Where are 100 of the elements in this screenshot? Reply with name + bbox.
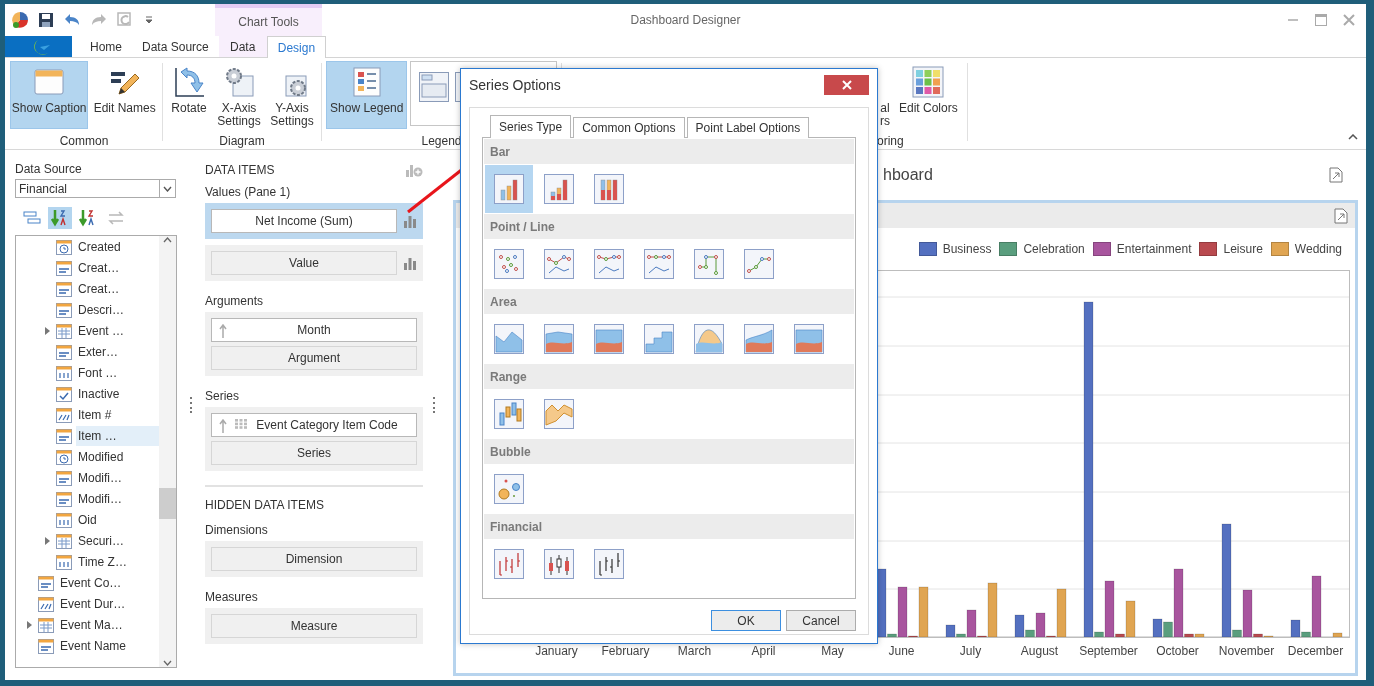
scatter-chart-icon[interactable] xyxy=(494,249,524,279)
tree-item[interactable]: Item # xyxy=(76,404,159,425)
bar-chart-icon[interactable] xyxy=(544,174,574,204)
area-chart-icon[interactable] xyxy=(794,324,824,354)
area-chart-icon[interactable] xyxy=(494,324,524,354)
add-chart-icon[interactable] xyxy=(405,162,423,178)
ribbon-tab[interactable]: Design xyxy=(266,36,327,58)
drop-placeholder[interactable]: Argument xyxy=(211,346,417,370)
tree-item[interactable]: Event … xyxy=(76,320,159,341)
tree-item[interactable]: Event Name xyxy=(58,635,159,656)
field-label: Data Source xyxy=(15,162,83,176)
close-icon[interactable] xyxy=(1342,13,1356,27)
candlestick-icon[interactable] xyxy=(594,549,624,579)
tree-item[interactable]: Font … xyxy=(76,362,159,383)
area-chart-icon[interactable] xyxy=(594,324,624,354)
drop-placeholder[interactable]: Dimension xyxy=(211,547,417,571)
tree-item[interactable]: Securi… xyxy=(76,530,159,551)
maximize-icon[interactable] xyxy=(1314,13,1328,27)
line-chart-icon[interactable] xyxy=(544,249,574,279)
section-label: Arguments xyxy=(205,294,265,308)
export-icon[interactable] xyxy=(1328,167,1344,183)
line-chart-icon[interactable] xyxy=(744,249,774,279)
tree-item[interactable]: Inactive xyxy=(76,383,159,404)
line-chart-icon[interactable] xyxy=(694,249,724,279)
area-chart-icon[interactable] xyxy=(644,324,674,354)
section-label: Series xyxy=(205,389,240,403)
dialog-tab[interactable]: Series Type xyxy=(490,115,572,138)
candlestick-icon[interactable] xyxy=(494,549,524,579)
bar-chart-icon[interactable] xyxy=(594,174,624,204)
panel-title: HIDDEN DATA ITEMS xyxy=(205,498,325,512)
scroll-up-icon[interactable] xyxy=(163,236,172,245)
data-item-field[interactable]: Event Category Item Code xyxy=(211,413,417,437)
dialog-tab[interactable]: Point Label Options xyxy=(686,117,810,138)
ribbon-tab[interactable]: Data Source xyxy=(132,36,219,57)
tree-item[interactable]: Event Ma… xyxy=(58,614,159,635)
dialog-button[interactable]: OK xyxy=(711,610,781,631)
range-chart-icon[interactable] xyxy=(544,399,574,429)
line-chart-icon[interactable] xyxy=(644,249,674,279)
splitter-handle[interactable] xyxy=(432,397,436,413)
ribbon-button[interactable]: al rs xyxy=(877,61,891,129)
collapse-ribbon-icon[interactable] xyxy=(1348,134,1358,140)
axis-label: December xyxy=(1286,644,1345,658)
section-header: Bubble xyxy=(484,439,854,464)
tree-item[interactable]: Item … xyxy=(76,425,159,446)
tree-item[interactable]: Modified xyxy=(76,446,159,467)
data-item-field[interactable]: Month xyxy=(211,318,417,342)
tree-item[interactable]: Time Z… xyxy=(76,551,159,572)
scrollbar-thumb[interactable] xyxy=(159,488,176,519)
bar-chart-icon[interactable] xyxy=(494,174,524,204)
legend-label: Wedding xyxy=(1294,242,1342,256)
save-icon[interactable] xyxy=(38,12,54,28)
expand-arrow-icon[interactable] xyxy=(26,620,32,629)
ribbon-tab[interactable]: Home xyxy=(80,36,132,57)
tree-item[interactable]: Created xyxy=(76,236,159,257)
ribbon-button[interactable]: X-Axis Settings xyxy=(214,61,264,129)
tree-item[interactable]: Creat… xyxy=(76,257,159,278)
close-button[interactable] xyxy=(824,75,869,95)
legend-layout-icon[interactable] xyxy=(419,72,450,102)
data-item-field[interactable]: Net Income (Sum) xyxy=(211,209,397,233)
bar-chart-icon[interactable] xyxy=(403,256,417,270)
app-icon[interactable] xyxy=(11,11,29,29)
scroll-down-icon[interactable] xyxy=(163,658,172,667)
ribbon-button[interactable]: Edit Names xyxy=(91,61,158,129)
tree-item[interactable]: Oid xyxy=(76,509,159,530)
ribbon-button[interactable]: Rotate xyxy=(167,61,211,129)
area-chart-icon[interactable] xyxy=(694,324,724,354)
ribbon-button[interactable]: Show Legend xyxy=(326,61,408,129)
dialog-button[interactable]: Cancel xyxy=(786,610,856,631)
expand-arrow-icon[interactable] xyxy=(44,326,50,335)
ribbon-tab[interactable]: Data xyxy=(218,36,267,57)
bubble-chart-icon[interactable] xyxy=(494,474,524,504)
axis-label: March xyxy=(676,644,713,658)
ribbon-button[interactable]: Edit Colors xyxy=(894,61,963,129)
bar-chart-icon[interactable] xyxy=(403,214,417,228)
axis-label: September xyxy=(1078,644,1139,658)
area-chart-icon[interactable] xyxy=(744,324,774,354)
drop-placeholder[interactable]: Measure xyxy=(211,614,417,638)
candlestick-icon[interactable] xyxy=(544,549,574,579)
dashboard-title: hboard xyxy=(883,166,933,184)
tree-item[interactable]: Event Dur… xyxy=(58,593,159,614)
expand-arrow-icon[interactable] xyxy=(44,536,50,545)
tree-item[interactable]: Descri… xyxy=(76,299,159,320)
line-chart-icon[interactable] xyxy=(594,249,624,279)
tree-item[interactable]: Exter… xyxy=(76,341,159,362)
ribbon-button[interactable]: Show Caption xyxy=(10,61,89,129)
dialog-tab[interactable]: Common Options xyxy=(573,117,685,138)
export-icon[interactable] xyxy=(1333,207,1349,224)
number-field-icon xyxy=(56,553,72,570)
tree-item[interactable]: Creat… xyxy=(76,278,159,299)
ribbon-button[interactable]: Y-Axis Settings xyxy=(267,61,317,129)
range-chart-icon[interactable] xyxy=(494,399,524,429)
splitter-handle[interactable] xyxy=(189,397,193,413)
tree-item[interactable]: Modifi… xyxy=(76,467,159,488)
drop-placeholder[interactable]: Value xyxy=(211,251,397,275)
tree-item[interactable]: Modifi… xyxy=(76,488,159,509)
undo-icon[interactable] xyxy=(63,13,81,27)
tree-item[interactable]: Event Co… xyxy=(58,572,159,593)
drop-placeholder[interactable]: Series xyxy=(211,441,417,465)
data-source-dropdown[interactable]: Financial xyxy=(15,179,176,198)
area-chart-icon[interactable] xyxy=(544,324,574,354)
